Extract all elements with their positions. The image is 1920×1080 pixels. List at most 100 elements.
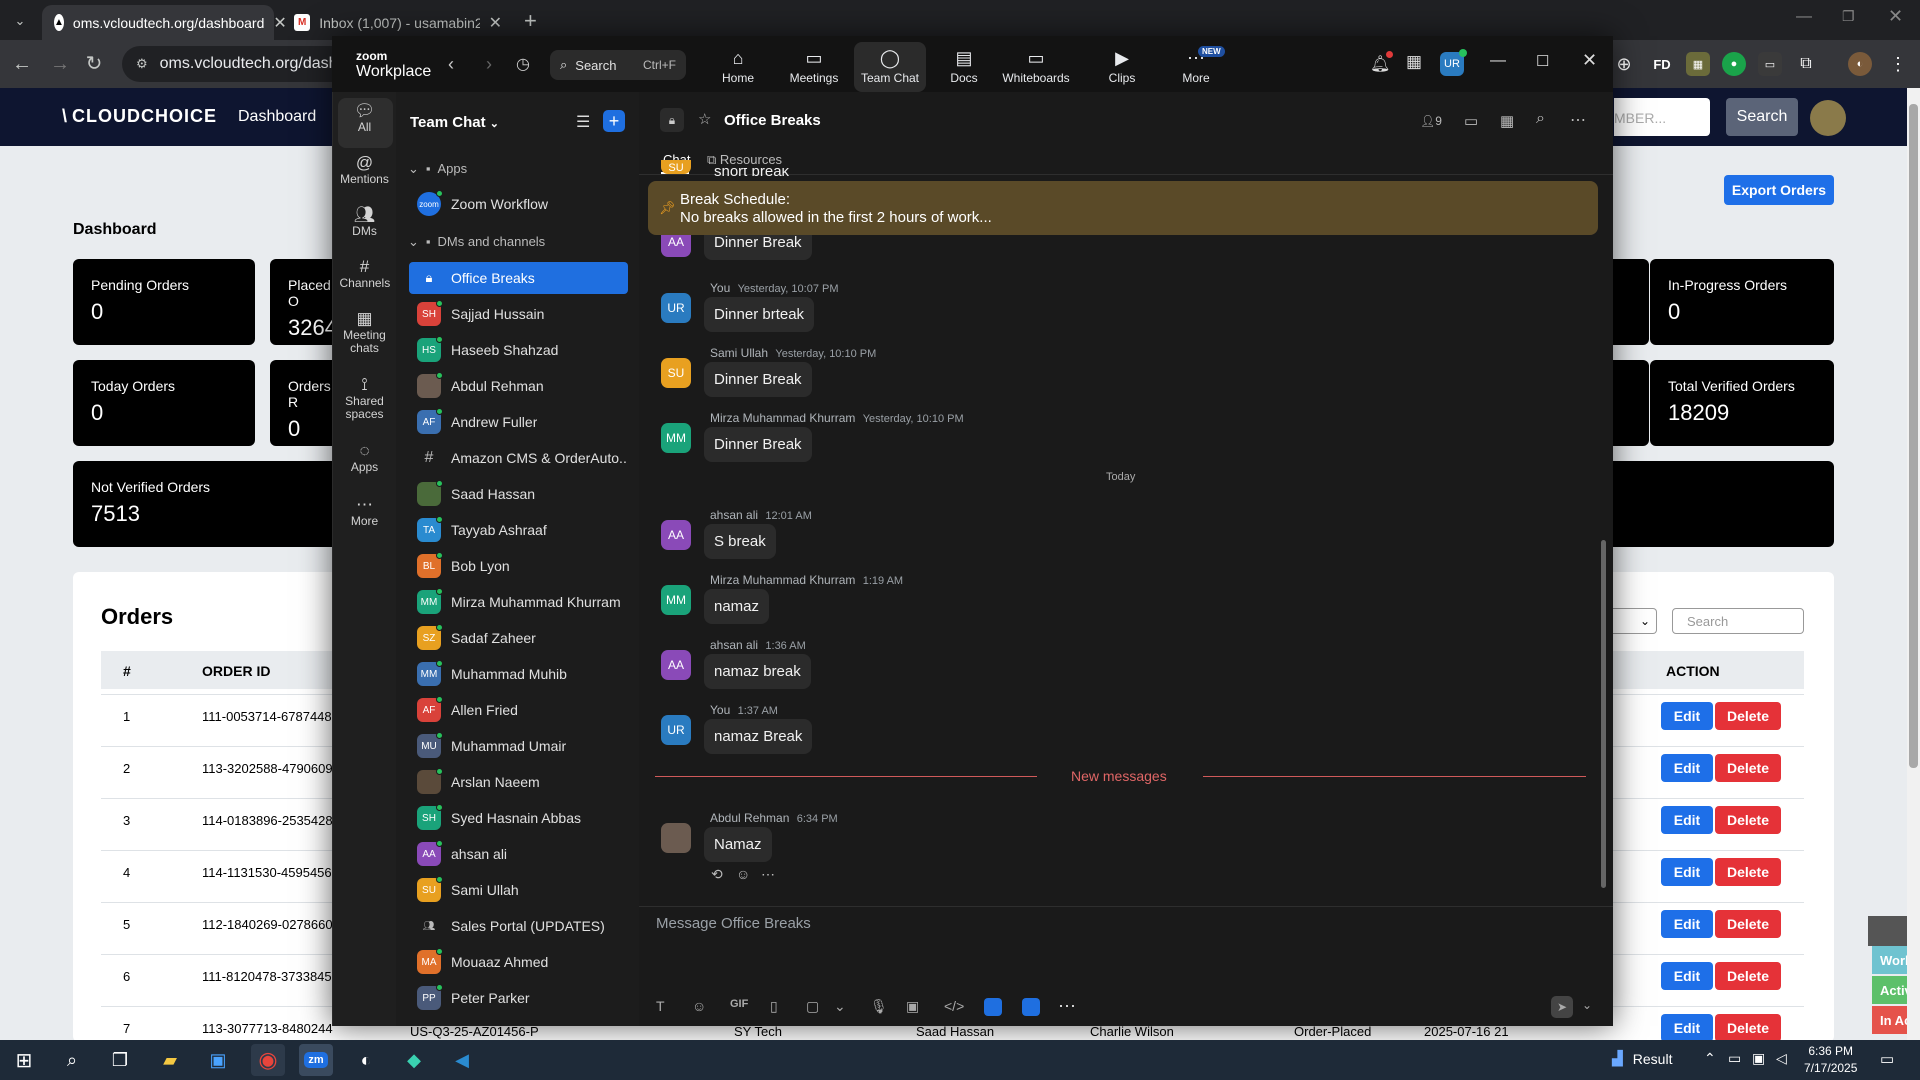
puzzle-extension-icon[interactable]: ⧉ [1794,52,1818,76]
file-icon[interactable]: ▯ [770,998,778,1015]
emoji-icon[interactable]: ☺ [692,998,706,1014]
rail-channels[interactable]: # Channels [333,258,396,290]
message-bubble[interactable]: Dinner Break [704,427,812,462]
rail-more[interactable]: ⋯ More [333,496,396,528]
back-arrow-icon[interactable]: ← [8,52,36,76]
nav-meetings[interactable]: ▭ Meetings [778,42,850,92]
message-bubble[interactable]: namaz [704,589,770,624]
notification-bell-icon[interactable]: 🔔︎ [1370,51,1394,74]
zoom-app-composer-icon[interactable] [1022,998,1040,1016]
close-icon[interactable]: ✕ [489,13,502,33]
edit-button[interactable]: Edit [1661,806,1713,834]
code-snippet-icon[interactable]: </> [944,998,964,1014]
rail-shared-spaces[interactable]: ⟟ Shared spaces [333,376,396,421]
sidebar-item-sajjad-hussain[interactable]: SH Sajjad Hussain [409,298,628,330]
calendar-app-icon[interactable]: ▦ [1406,52,1422,72]
search-button[interactable]: Search [1726,98,1798,136]
globe-extension-icon[interactable]: ⊕ [1612,52,1636,76]
send-options-icon[interactable]: ⌄ [1582,998,1592,1012]
tab-dashboard[interactable]: ▲ oms.vcloudtech.org/dashboard ✕ [42,5,287,40]
zoom-back-icon[interactable]: ‹ [448,54,454,75]
chrome-icon[interactable]: ◉ [251,1044,285,1076]
message-bubble[interactable]: Dinner brteak [704,297,815,332]
nav-team-chat[interactable]: ◯ Team Chat [854,42,926,92]
delete-button[interactable]: Delete [1715,910,1781,938]
sidebar-item-peter-parker[interactable]: PP Peter Parker [409,982,628,1014]
video-call-icon[interactable]: ▭ [1464,112,1478,130]
nav-docs[interactable]: ▤ Docs [928,42,1000,92]
message-input[interactable]: Message Office Breaks [656,915,1586,965]
sidebar-item-saad-hassan[interactable]: Saad Hassan [409,478,628,510]
history-icon[interactable]: ◷ [516,54,530,74]
tab-search-button[interactable]: ⌄ [8,9,32,33]
more-tools-icon[interactable]: ⋯ [1058,996,1076,1017]
site-info-icon[interactable]: ⚙ [136,56,148,72]
profile-avatar[interactable]: ◐ [1848,52,1872,76]
sidebar-item-haseeb-shahzad[interactable]: HS Haseeb Shahzad [409,334,628,366]
sidebar-item-tayyab-ashraaf[interactable]: TA Tayyab Ashraaf [409,514,628,546]
add-reaction-icon[interactable]: ☺ [736,866,750,882]
result-widget[interactable]: ▟ Result [1612,1050,1672,1067]
delete-button[interactable]: Delete [1715,1014,1781,1042]
search-icon[interactable]: ⌕ [1536,110,1545,128]
rail-apps[interactable]: ◌ Apps [333,442,396,474]
page-scrollbar-thumb[interactable] [1909,104,1918,768]
sidebar-item-bob-lyon[interactable]: BL Bob Lyon [409,550,628,582]
sidebar-item-sales-portal-updates[interactable]: 👥︎ Sales Portal (UPDATES) [409,910,628,942]
clock[interactable]: 6:36 PM 7/17/2025 [1804,1043,1857,1077]
store-icon[interactable]: ▣ [201,1044,235,1076]
sidebar-item-mouaaz-ahmed[interactable]: MA Mouaaz Ahmed [409,946,628,978]
sidebar-item-ahsan-ali[interactable]: AA ahsan ali [409,838,628,870]
page-size-select[interactable]: ⌄ [1613,608,1657,634]
network-icon[interactable]: ▭ [1728,1050,1741,1067]
tab-inbox[interactable]: M Inbox (1,007) - usamabin2580@ ✕ [282,5,514,40]
sidebar-item-office-breaks[interactable]: 🔒︎ Office Breaks [409,262,628,294]
close-window-button[interactable]: ✕ [1888,6,1903,27]
chrome-menu-icon[interactable]: ⋮ [1886,52,1910,76]
message-bubble[interactable]: namaz break [704,654,811,689]
edit-button[interactable]: Edit [1661,910,1713,938]
calendar-icon[interactable]: ▦ [1500,112,1514,130]
sidebar-item-abdul-rehman[interactable]: Abdul Rehman [409,370,628,402]
notification-center-icon[interactable]: ▭ [1880,1050,1894,1068]
rail-all[interactable]: 💬︎ All [333,102,396,134]
rail-mentions[interactable]: @ Mentions [333,154,396,186]
section-dms-channels[interactable]: ⌄ ▪ DMs and channels [408,234,545,250]
more-options-icon[interactable]: ⋯ [1570,110,1586,130]
edit-button[interactable]: Edit [1661,702,1713,730]
filter-icon[interactable]: ☰ [576,112,590,132]
reload-icon[interactable]: ↻ [80,52,108,76]
delete-button[interactable]: Delete [1715,754,1781,782]
sidebar-item-sami-ullah[interactable]: SU Sami Ullah [409,874,628,906]
sidebar-item-andrew-fuller[interactable]: AF Andrew Fuller [409,406,628,438]
forward-arrow-icon[interactable]: → [46,52,74,76]
sidebar-item-muhammad-umair[interactable]: MU Muhammad Umair [409,730,628,762]
section-apps[interactable]: ⌄ ▪ Apps [408,161,467,177]
delete-button[interactable]: Delete [1715,702,1781,730]
rail-meeting-chats[interactable]: ▦ Meeting chats [333,310,396,355]
nav-more[interactable]: ⋯ More NEW [1160,42,1232,92]
zoom-forward-icon[interactable]: › [486,54,492,75]
screenshot-icon[interactable]: ▢ [806,998,819,1015]
task-view-icon[interactable]: ❐ [103,1044,137,1076]
fd-extension-icon[interactable]: FD [1650,52,1674,76]
nav-dashboard[interactable]: Dashboard [238,108,316,126]
green-extension-icon[interactable]: ● [1722,52,1746,76]
zoom-taskbar-icon[interactable]: zm [299,1044,333,1076]
format-text-icon[interactable]: T [656,998,665,1014]
message-more-icon[interactable]: ⋯ [761,866,775,883]
vscode-icon[interactable]: ◀ [445,1044,479,1076]
sidebar-item-allen-fried[interactable]: AF Allen Fried [409,694,628,726]
image-extension-icon[interactable]: ▦ [1686,52,1710,76]
zoom-minimize-button[interactable]: — [1490,52,1506,70]
rail-dms[interactable]: 👥︎ DMs [333,206,396,238]
edit-button[interactable]: Edit [1661,962,1713,990]
taskbar-search-icon[interactable]: ⌕ [55,1044,89,1076]
message-bubble[interactable]: namaz Break [704,719,813,754]
minimize-window-button[interactable]: — [1796,8,1812,26]
orders-search-input[interactable]: Search [1672,608,1804,634]
sidebar-item-syed-hasnain-abbas[interactable]: SH Syed Hasnain Abbas [409,802,628,834]
order-number-input[interactable]: MBER... [1614,98,1710,136]
tray-chevron-icon[interactable]: ⌃ [1704,1050,1716,1067]
star-icon[interactable]: ☆ [698,110,711,128]
